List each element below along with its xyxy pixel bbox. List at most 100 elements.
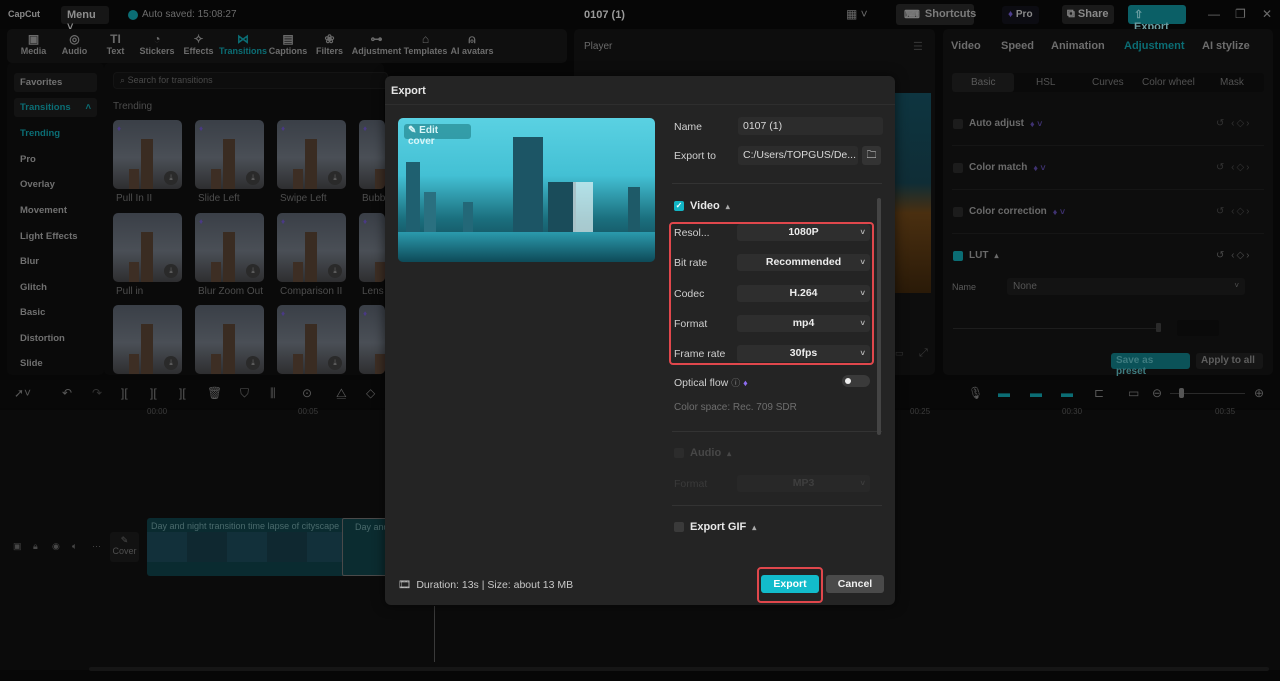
rotate-icon[interactable]: ◇ <box>366 386 375 400</box>
download-icon[interactable]: ⤓ <box>164 356 178 370</box>
track-cover-icon[interactable]: ▣ <box>13 541 22 552</box>
sidebar-item-slide[interactable]: Slide <box>20 358 43 369</box>
sidebar-item-blur[interactable]: Blur <box>20 256 39 267</box>
folder-icon[interactable]: 🗀 <box>862 146 881 165</box>
menu-lines-icon[interactable]: ☰ <box>913 40 923 53</box>
transition-thumbnail[interactable]: ♦ <box>359 213 385 282</box>
dialog-scrollbar[interactable] <box>877 198 881 435</box>
adjust-row-lut[interactable]: LUT ▴ <box>953 250 998 261</box>
tab-effects[interactable]: ✧ Effects <box>178 29 219 63</box>
tab-adjustment[interactable]: Adjustment <box>1124 40 1185 52</box>
audio-checkbox[interactable] <box>674 448 684 458</box>
intensity-input[interactable] <box>1177 320 1219 336</box>
mirror-icon[interactable]: ⧋ <box>336 386 347 401</box>
download-icon[interactable]: ⤓ <box>164 264 178 278</box>
freeze-icon[interactable]: ⫼ <box>270 386 276 401</box>
download-icon[interactable]: ⤓ <box>328 264 342 278</box>
tab-audio[interactable]: ◎ Audio <box>54 29 95 63</box>
layout-icon[interactable]: ▦ ˅ <box>846 7 868 21</box>
subtab-basic[interactable]: Basic <box>971 77 995 88</box>
checkbox[interactable] <box>953 118 963 129</box>
zoom-fit-icon[interactable]: ▭ <box>1128 386 1139 400</box>
transition-thumbnail[interactable]: ♦ <box>359 120 385 189</box>
undo-icon[interactable]: ↶ <box>62 386 72 400</box>
export-button[interactable]: Export <box>761 575 819 593</box>
gif-checkbox[interactable] <box>674 522 684 532</box>
zoom-out-icon[interactable]: ⊖ <box>1152 386 1162 400</box>
tab-adjustment[interactable]: ⊶ Adjustment <box>350 29 403 63</box>
checkbox[interactable] <box>953 206 963 217</box>
tab-ai-avatars[interactable]: ⍝ AI avatars <box>448 29 496 63</box>
transition-thumbnail[interactable]: ♦ ⤓ <box>195 213 264 282</box>
play-circle-icon[interactable]: ⊙ <box>302 386 312 400</box>
link-icon[interactable]: ▬ <box>1030 386 1042 400</box>
tab-text[interactable]: TI Text <box>95 29 136 63</box>
ratio-icon[interactable]: ▭ <box>895 348 904 359</box>
shortcuts-button[interactable]: ⌨ Shortcuts <box>896 4 976 25</box>
more-icon[interactable]: ⋯ <box>92 541 101 552</box>
sidebar-item-pro[interactable]: Pro <box>20 154 36 165</box>
download-icon[interactable]: ⤓ <box>328 356 342 370</box>
save-preset-button[interactable]: Save as preset <box>1111 353 1190 377</box>
intensity-slider[interactable] <box>953 328 1158 329</box>
transition-thumbnail[interactable]: ⤓ <box>113 305 182 374</box>
lut-name-select[interactable]: None ˅ <box>1007 278 1245 295</box>
keyframe-icon[interactable]: ↺ ‹◇› <box>1216 250 1252 261</box>
sidebar-item-overlay[interactable]: Overlay <box>20 179 55 190</box>
optical-flow-toggle[interactable] <box>842 375 870 387</box>
tab-captions[interactable]: ▤ Captions <box>267 29 309 63</box>
split-icon[interactable]: ][ <box>121 386 128 400</box>
share-button[interactable]: ⧉ Share <box>1062 5 1114 24</box>
lock-icon[interactable]: 🔒︎ <box>33 541 38 552</box>
download-icon[interactable]: ⤓ <box>246 171 260 185</box>
redo-icon[interactable]: ↷ <box>92 386 102 400</box>
tab-stickers[interactable]: ◔ Stickers <box>136 29 178 63</box>
tab-media[interactable]: ▣ Media <box>13 29 54 63</box>
keyframe-icon[interactable]: ↺ ‹◇› <box>1216 162 1252 173</box>
sidebar-item-movement[interactable]: Movement <box>20 205 67 216</box>
video-checkbox[interactable]: ✓ <box>674 201 684 211</box>
search-input[interactable]: ⌕ Search for transitions <box>113 72 388 89</box>
subtab-hsl[interactable]: HSL <box>1036 77 1055 88</box>
gif-section-toggle[interactable]: Export GIF ▴ <box>674 521 756 533</box>
transition-thumbnail[interactable]: ⤓ <box>195 305 264 374</box>
subtab-mask[interactable]: Mask <box>1220 77 1244 88</box>
subtab-color-wheel[interactable]: Color wheel <box>1142 77 1195 88</box>
transition-thumbnail[interactable]: ♦ <box>359 305 385 374</box>
zoom-slider-handle[interactable] <box>1179 388 1184 398</box>
video-section-toggle[interactable]: ✓ Video ▴ <box>674 200 730 212</box>
download-icon[interactable]: ⤓ <box>328 171 342 185</box>
sidebar-item-trending[interactable]: Trending <box>20 128 60 139</box>
sidebar-item-glitch[interactable]: Glitch <box>20 282 47 293</box>
transition-thumbnail[interactable]: ♦ ⤓ <box>277 305 346 374</box>
select-cursor-icon[interactable]: ➚˅ <box>14 386 31 400</box>
magnet-icon[interactable]: ▬ <box>998 386 1010 400</box>
help-icon[interactable]: ⓘ <box>731 378 740 388</box>
audio-section-toggle[interactable]: Audio ▴ <box>674 447 731 459</box>
name-input[interactable]: 0107 (1) <box>738 117 883 135</box>
tab-animation[interactable]: Animation <box>1051 40 1105 52</box>
split-left-icon[interactable]: ][ <box>150 386 157 400</box>
pro-button[interactable]: ♦ Pro <box>1002 6 1039 24</box>
microphone-icon[interactable]: 🎙 <box>968 386 983 400</box>
marker-icon[interactable]: ⛉ <box>240 386 249 401</box>
split-screen-icon[interactable]: ⊏ <box>1094 386 1104 400</box>
minimize-icon[interactable]: — <box>1208 7 1220 21</box>
transition-thumbnail[interactable]: ⤓ <box>113 213 182 282</box>
video-clip-2[interactable]: Day and <box>342 518 389 576</box>
sidebar-item-basic[interactable]: Basic <box>20 307 45 318</box>
transition-thumbnail[interactable]: ♦ ⤓ <box>195 120 264 189</box>
eye-icon[interactable]: ◉ <box>52 541 60 552</box>
timeline-scrollbar[interactable] <box>89 667 1269 671</box>
menu-button[interactable]: Menu ˅ <box>61 6 109 33</box>
delete-icon[interactable]: 🗑 <box>207 386 222 400</box>
zoom-in-icon[interactable]: ⊕ <box>1254 386 1264 400</box>
tab-transitions[interactable]: ⋈ Transitions <box>219 29 267 63</box>
cover-button[interactable]: ✎ Cover <box>110 532 139 562</box>
edit-cover-button[interactable]: ✎ Edit cover <box>404 124 471 147</box>
adjust-row-auto-adjust[interactable]: Auto adjust ♦ ˅ <box>953 118 1042 129</box>
cancel-button[interactable]: Cancel <box>826 575 884 593</box>
tab-ai-stylize[interactable]: AI stylize <box>1202 40 1250 52</box>
playhead[interactable] <box>434 606 435 662</box>
maximize-icon[interactable]: ❐ <box>1235 7 1246 21</box>
